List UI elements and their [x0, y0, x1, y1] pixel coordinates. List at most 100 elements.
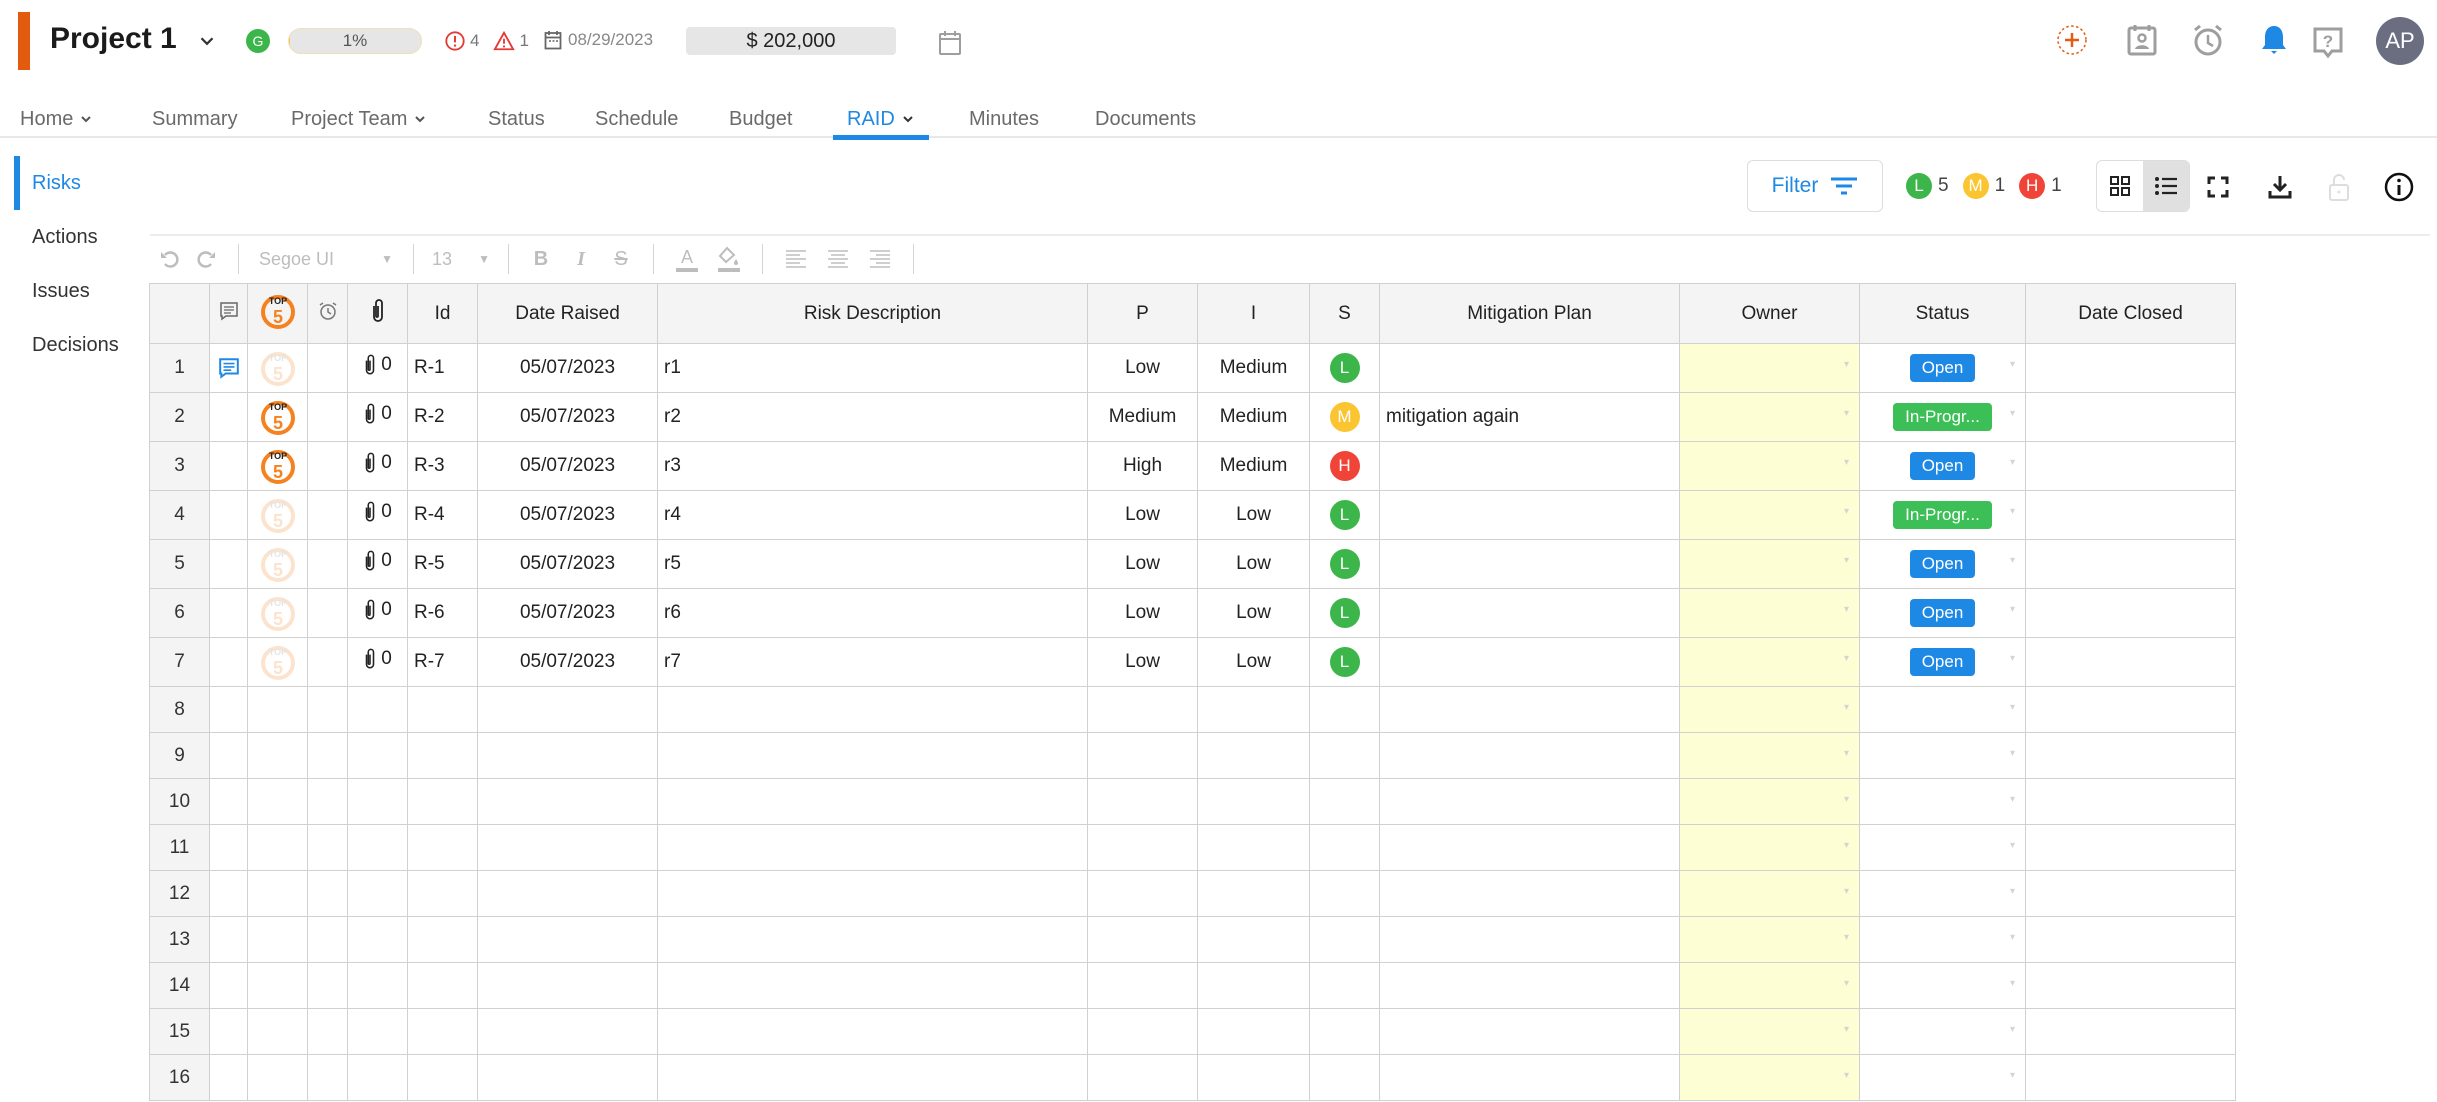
empty-table-row[interactable]: 8: [149, 686, 2236, 733]
top5-cell[interactable]: TOP 5: [247, 588, 308, 638]
impact-cell[interactable]: Low: [1197, 588, 1310, 638]
empty-cell[interactable]: [1197, 962, 1310, 1009]
empty-cell[interactable]: [1197, 916, 1310, 963]
date-raised-column-header[interactable]: Date Raised: [477, 283, 658, 344]
empty-cell[interactable]: [1859, 870, 2026, 917]
mitigation-plan-cell[interactable]: [1379, 490, 1680, 540]
date-closed-cell[interactable]: [2025, 490, 2236, 540]
empty-cell[interactable]: [657, 824, 1088, 871]
empty-cell[interactable]: [1087, 1054, 1198, 1101]
empty-cell[interactable]: [1197, 1054, 1310, 1101]
impact-cell[interactable]: Medium: [1197, 441, 1310, 491]
status-cell[interactable]: Open: [1859, 441, 2026, 491]
empty-table-row[interactable]: 10: [149, 778, 2236, 825]
empty-table-row[interactable]: 13: [149, 916, 2236, 963]
status-cell[interactable]: Open: [1859, 539, 2026, 589]
row-number[interactable]: 3: [149, 441, 210, 491]
empty-cell[interactable]: [247, 1054, 308, 1101]
reminder-column-header[interactable]: [307, 283, 348, 344]
empty-cell[interactable]: [1679, 778, 1860, 825]
empty-cell[interactable]: [1087, 916, 1198, 963]
severity-cell[interactable]: L: [1309, 490, 1380, 540]
row-number[interactable]: 2: [149, 392, 210, 442]
empty-cell[interactable]: [407, 778, 478, 825]
empty-cell[interactable]: [1309, 870, 1380, 917]
empty-cell[interactable]: [347, 778, 408, 825]
empty-cell[interactable]: [1087, 686, 1198, 733]
probability-column-header[interactable]: P: [1087, 283, 1198, 344]
top5-cell[interactable]: TOP 5: [247, 343, 308, 393]
empty-cell[interactable]: [347, 916, 408, 963]
empty-cell[interactable]: [247, 732, 308, 779]
fill-color-icon[interactable]: [708, 244, 750, 274]
sidebar-item-actions[interactable]: Actions: [32, 226, 98, 249]
reminder-cell[interactable]: [307, 392, 348, 442]
date-closed-cell[interactable]: [2025, 392, 2236, 442]
download-icon[interactable]: [2263, 170, 2297, 204]
owner-cell[interactable]: [1679, 441, 1860, 491]
empty-table-row[interactable]: 11: [149, 824, 2236, 871]
empty-cell[interactable]: [1859, 1054, 2026, 1101]
empty-cell[interactable]: [407, 870, 478, 917]
empty-cell[interactable]: [247, 824, 308, 871]
empty-cell[interactable]: [1087, 870, 1198, 917]
empty-cell[interactable]: [1679, 962, 1860, 1009]
row-number[interactable]: 7: [149, 637, 210, 687]
owner-cell[interactable]: [1679, 539, 1860, 589]
undo-icon[interactable]: [150, 244, 188, 274]
row-number[interactable]: 4: [149, 490, 210, 540]
status-cell[interactable]: Open: [1859, 343, 2026, 393]
id-column-header[interactable]: Id: [407, 283, 478, 344]
empty-cell[interactable]: [2025, 1054, 2236, 1101]
empty-cell[interactable]: [307, 962, 348, 1009]
status-cell[interactable]: Open: [1859, 588, 2026, 638]
reminder-cell[interactable]: [307, 539, 348, 589]
issues-indicator[interactable]: 4 1: [444, 30, 539, 52]
empty-cell[interactable]: [347, 962, 408, 1009]
date-raised-cell[interactable]: 05/07/2023: [477, 441, 658, 491]
sidebar-item-issues[interactable]: Issues: [32, 280, 90, 303]
date-closed-cell[interactable]: [2025, 343, 2236, 393]
empty-cell[interactable]: [307, 870, 348, 917]
empty-cell[interactable]: [2025, 824, 2236, 871]
top5-icon[interactable]: TOP5: [259, 643, 297, 681]
list-view-button[interactable]: [2143, 161, 2189, 211]
bold-icon[interactable]: B: [521, 244, 561, 274]
empty-cell[interactable]: [347, 732, 408, 779]
attachments-cell[interactable]: 0: [347, 637, 408, 687]
id-cell[interactable]: R-4: [407, 490, 478, 540]
top5-cell[interactable]: TOP 5: [247, 637, 308, 687]
empty-cell[interactable]: [2025, 870, 2236, 917]
empty-cell[interactable]: [1197, 824, 1310, 871]
table-row[interactable]: 3 TOP 5 0 R-3 05/07/2023 r3 High Medium H…: [149, 441, 2236, 491]
tab-documents[interactable]: Documents: [1095, 102, 1196, 136]
empty-cell[interactable]: [1087, 824, 1198, 871]
empty-cell[interactable]: [1379, 1054, 1680, 1101]
empty-cell[interactable]: [1197, 686, 1310, 733]
date-raised-cell[interactable]: 05/07/2023: [477, 392, 658, 442]
top5-icon[interactable]: TOP5: [259, 447, 297, 485]
top5-icon[interactable]: TOP5: [259, 398, 297, 436]
empty-cell[interactable]: [1859, 732, 2026, 779]
empty-cell[interactable]: [477, 962, 658, 1009]
mitigation-plan-cell[interactable]: [1379, 539, 1680, 589]
empty-cell[interactable]: [1309, 1008, 1380, 1055]
risk-description-cell[interactable]: r4: [657, 490, 1088, 540]
probability-cell[interactable]: Low: [1087, 490, 1198, 540]
risk-description-cell[interactable]: r2: [657, 392, 1088, 442]
empty-cell[interactable]: [1379, 1008, 1680, 1055]
owner-cell[interactable]: [1679, 490, 1860, 540]
empty-cell[interactable]: [2025, 1008, 2236, 1055]
empty-cell[interactable]: [2025, 732, 2236, 779]
empty-cell[interactable]: [477, 916, 658, 963]
empty-cell[interactable]: [407, 916, 478, 963]
date-closed-cell[interactable]: [2025, 441, 2236, 491]
mitigation-plan-cell[interactable]: [1379, 343, 1680, 393]
mitigation-plan-cell[interactable]: mitigation again: [1379, 392, 1680, 442]
date-closed-cell[interactable]: [2025, 539, 2236, 589]
empty-cell[interactable]: [1379, 732, 1680, 779]
empty-cell[interactable]: [247, 962, 308, 1009]
empty-table-row[interactable]: 16: [149, 1054, 2236, 1101]
row-number[interactable]: 16: [149, 1054, 210, 1101]
empty-cell[interactable]: [2025, 916, 2236, 963]
